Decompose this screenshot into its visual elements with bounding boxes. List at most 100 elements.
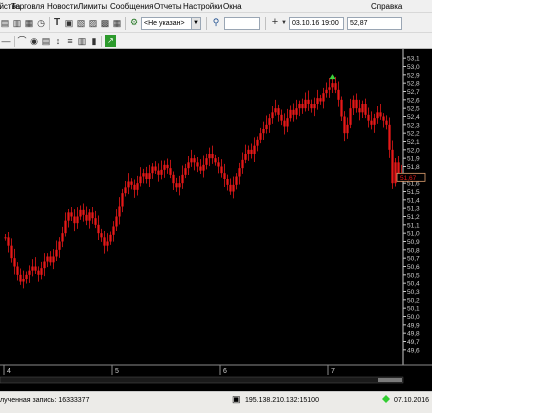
candle-body xyxy=(382,116,385,121)
candle-body xyxy=(205,158,208,165)
price-tick-label: 53,1 xyxy=(407,56,420,63)
candle-body xyxy=(355,99,358,109)
candle-body xyxy=(397,162,400,174)
candlestick-chart[interactable]: 53,153,052,9 52,852,752,6 52,552,452,3 52,2… xyxy=(0,49,432,391)
candle-body xyxy=(67,212,70,221)
candle-body xyxy=(82,209,85,215)
arc-tool-icon[interactable]: ⌒ xyxy=(17,35,27,47)
candle-body xyxy=(184,168,187,175)
auto-scroll-icon[interactable]: ↗ xyxy=(105,35,116,47)
candle-body xyxy=(76,216,79,224)
candle-body xyxy=(40,268,43,275)
scale-icon[interactable]: ↕ xyxy=(53,35,63,47)
limits-icon[interactable]: ▩ xyxy=(100,17,110,29)
candle-body xyxy=(7,237,10,246)
bars-icon[interactable]: ▥ xyxy=(77,35,87,47)
candle-body xyxy=(79,209,82,217)
menu-item-trading[interactable]: Торговля xyxy=(11,1,44,12)
candle-body xyxy=(214,158,217,163)
toolbar-separator xyxy=(101,36,102,47)
table-icon[interactable]: ▤ xyxy=(0,17,10,29)
candle-body xyxy=(70,212,73,217)
price-field[interactable]: 52,87 xyxy=(347,17,402,30)
price-tick-label: 52,2 xyxy=(407,131,420,138)
received-record-text: лученная запись: 16333377 xyxy=(0,397,90,404)
search-icon[interactable]: ⚲ xyxy=(210,16,222,28)
candle-body xyxy=(259,133,262,140)
scrollbar-thumb[interactable] xyxy=(378,378,402,382)
candle-body xyxy=(361,104,364,113)
chart-icon[interactable]: ▣ xyxy=(64,17,74,29)
menu-item-settings[interactable]: Настройки xyxy=(183,1,222,12)
datetime-field-value: 03.10.16 19:00 xyxy=(292,20,339,27)
candle-body xyxy=(352,99,355,109)
news-icon[interactable]: ▨ xyxy=(88,17,98,29)
search-input[interactable] xyxy=(224,17,260,30)
candle-body xyxy=(262,129,265,134)
price-chart[interactable]: 53,1 53,0 52,9 52,8 52,7 52,6 52,5 52,4 52,3 52,2… xyxy=(0,49,432,391)
calc-icon[interactable]: ▦ xyxy=(112,17,122,29)
price-tick-label: 50,7 xyxy=(407,256,420,263)
candle-body xyxy=(61,233,64,242)
chevron-down-icon[interactable]: ▼ xyxy=(191,18,200,29)
trade-list-icon[interactable]: ▦ xyxy=(24,17,34,29)
candle-body xyxy=(91,212,94,219)
candle-body xyxy=(220,166,223,174)
candle-body xyxy=(19,274,22,282)
candle-body xyxy=(181,174,184,184)
candle-body xyxy=(175,183,178,188)
menu-item-reports[interactable]: Отчеты xyxy=(154,1,182,12)
time-tick-label: 4 xyxy=(7,368,11,375)
text-tool-icon[interactable]: T xyxy=(52,17,62,29)
clock-icon[interactable]: ◷ xyxy=(36,17,46,29)
menu-item-windows[interactable]: Окна xyxy=(223,1,242,12)
candle-body xyxy=(301,104,304,109)
instrument-link-icon[interactable]: ⚙ xyxy=(128,16,140,28)
candle-body xyxy=(280,114,283,121)
candle-body xyxy=(349,108,352,125)
order-book-icon[interactable]: ▥ xyxy=(12,17,22,29)
price-tick-label: 50,1 xyxy=(407,306,420,313)
time-tick-label: 6 xyxy=(223,368,227,375)
candle-body xyxy=(364,104,367,115)
indicator-icon[interactable]: ≡ xyxy=(65,35,75,47)
status-bar: лученная запись: 16333377 ▣ 195.138.210.… xyxy=(0,391,432,413)
zoom-tool-icon[interactable]: ◉ xyxy=(29,35,39,47)
candle-body xyxy=(4,237,7,239)
candle-body xyxy=(139,176,142,184)
candle-body xyxy=(58,241,61,250)
candle-body xyxy=(157,170,160,175)
candle-body xyxy=(22,279,25,282)
candle-body xyxy=(112,226,115,235)
candle-body xyxy=(331,83,334,88)
menu-item-news[interactable]: Новости xyxy=(47,1,78,12)
menu-item-limits[interactable]: Лимиты xyxy=(78,1,107,12)
candle-body xyxy=(316,98,319,104)
candle-body xyxy=(196,162,199,167)
price-tick-label: 51,0 xyxy=(407,231,420,238)
price-tick-label: 50,5 xyxy=(407,272,420,279)
candle-body xyxy=(148,173,151,179)
candles-icon[interactable]: ▮ xyxy=(89,35,99,47)
candle-body xyxy=(313,104,316,109)
candle-body xyxy=(142,173,145,177)
candle-body xyxy=(211,154,214,159)
horizontal-scrollbar[interactable] xyxy=(0,376,404,384)
candle-body xyxy=(223,173,226,179)
crosshair-icon[interactable]: + xyxy=(270,16,280,28)
candle-body xyxy=(28,270,31,275)
candle-body xyxy=(370,120,373,125)
price-tick-label: 50,4 xyxy=(407,281,420,288)
toolbar-separator xyxy=(125,17,126,30)
datetime-field[interactable]: 03.10.16 19:00 xyxy=(289,17,344,30)
line-tool-icon[interactable]: — xyxy=(0,35,12,47)
price-tick-label: 52,6 xyxy=(407,97,420,104)
menu-item-help[interactable]: Справка xyxy=(371,1,402,12)
menu-item-messages[interactable]: Сообщения xyxy=(110,1,153,12)
portfolio-icon[interactable]: ▧ xyxy=(76,17,86,29)
candle-body xyxy=(109,234,112,242)
chart-properties-icon[interactable]: ▤ xyxy=(41,35,51,47)
candle-body xyxy=(94,218,97,225)
instrument-combo[interactable]: <Не указан> ▼ xyxy=(141,17,201,30)
chevron-down-icon[interactable]: ▼ xyxy=(280,17,288,29)
